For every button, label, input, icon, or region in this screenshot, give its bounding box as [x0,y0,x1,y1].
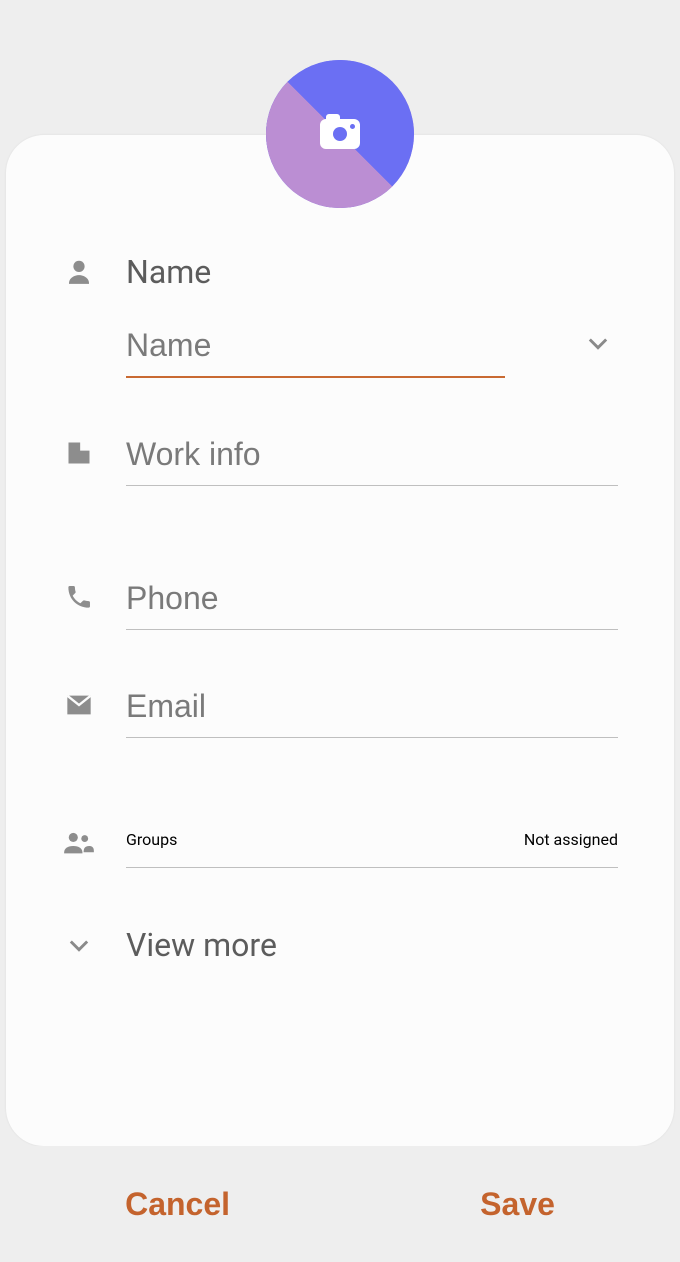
name-label-row: Name [62,253,618,291]
view-more-button[interactable]: View more [62,926,618,964]
building-icon [62,439,96,467]
work-row [62,420,618,486]
name-label: Name [126,253,211,291]
groups-value: Not assigned [524,830,618,849]
groups-row[interactable]: Groups Not assigned [62,816,618,868]
phone-row [62,564,618,630]
chevron-down-icon [584,329,612,357]
cancel-button[interactable]: Cancel [65,1166,290,1243]
group-icon [62,828,96,856]
chevron-down-icon [62,931,96,959]
camera-icon [320,119,360,149]
groups-label: Groups [126,830,177,849]
contact-photo-button[interactable] [266,60,414,208]
name-input[interactable] [126,311,505,378]
mail-icon [62,693,96,717]
email-row [62,672,618,738]
phone-input[interactable] [126,564,618,630]
work-info-input[interactable] [126,420,618,486]
name-expand-button[interactable] [584,329,612,361]
name-field-wrap [126,311,618,378]
footer-bar: Cancel Save [0,1146,680,1262]
view-more-label: View more [126,926,277,964]
save-button[interactable]: Save [420,1166,615,1243]
person-icon [62,257,96,287]
email-input[interactable] [126,672,618,738]
phone-icon [62,583,96,611]
contact-form-card: Name Groups Not assi [6,135,674,1146]
